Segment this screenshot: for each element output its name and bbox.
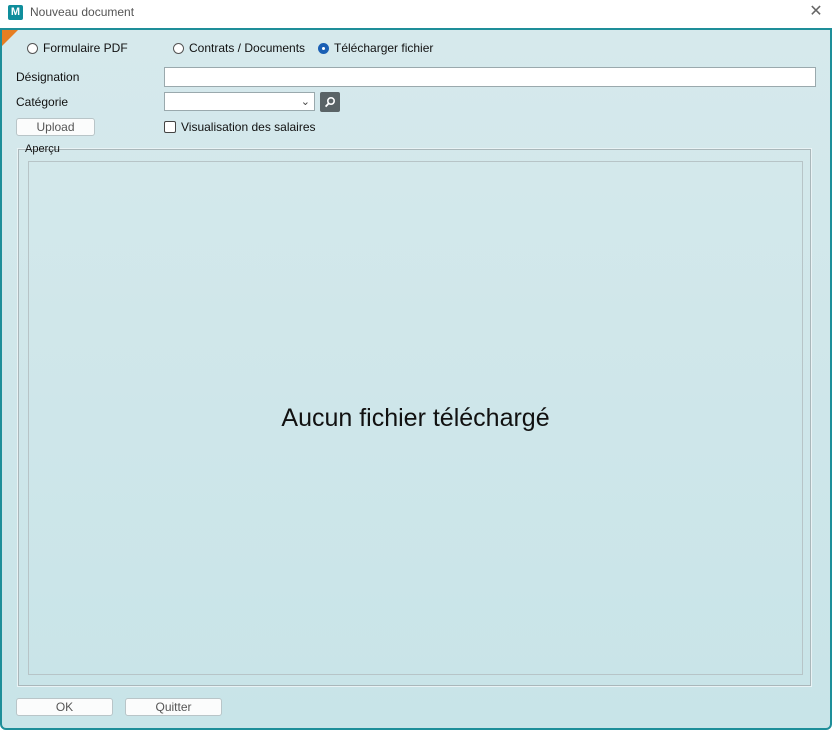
ok-button[interactable]: OK — [16, 698, 113, 716]
dialog-body: Formulaire PDF Contrats / Documents Télé… — [0, 28, 832, 730]
radio-label: Formulaire PDF — [43, 41, 128, 55]
radio-contrats-documents[interactable]: Contrats / Documents — [173, 41, 305, 55]
salary-visibility-label: Visualisation des salaires — [181, 120, 316, 134]
window-title: Nouveau document — [30, 5, 135, 19]
radio-label: Contrats / Documents — [189, 41, 306, 55]
preview-legend: Aperçu — [25, 143, 60, 155]
magnifier-icon — [324, 96, 336, 108]
title-bar: M Nouveau document ✕ — [0, 0, 834, 26]
radio-label: Télécharger fichier — [334, 41, 434, 55]
category-search-button[interactable] — [320, 92, 340, 112]
preview-area: Aucun fichier téléchargé — [28, 161, 803, 675]
radio-formulaire-pdf[interactable]: Formulaire PDF — [27, 41, 128, 55]
corner-flag-icon — [2, 30, 18, 46]
quit-button[interactable]: Quitter — [125, 698, 222, 716]
app-logo-icon: M — [8, 5, 23, 20]
upload-button[interactable]: Upload — [16, 118, 95, 136]
designation-input[interactable] — [164, 67, 816, 87]
checkbox-unchecked-icon — [164, 121, 176, 133]
designation-label: Désignation — [16, 70, 80, 84]
chevron-down-icon: ⌄ — [300, 96, 310, 108]
categorie-label: Catégorie — [16, 95, 69, 109]
radio-unchecked-icon — [173, 42, 184, 54]
radio-telecharger-fichier[interactable]: Télécharger fichier — [318, 41, 433, 55]
categorie-select[interactable]: ⌄ — [164, 92, 315, 111]
close-button[interactable]: ✕ — [806, 2, 826, 22]
no-file-message: Aucun fichier téléchargé — [281, 404, 550, 432]
salary-visibility-checkbox[interactable]: Visualisation des salaires — [164, 120, 316, 134]
radio-checked-icon — [318, 42, 329, 54]
radio-unchecked-icon — [27, 42, 38, 54]
